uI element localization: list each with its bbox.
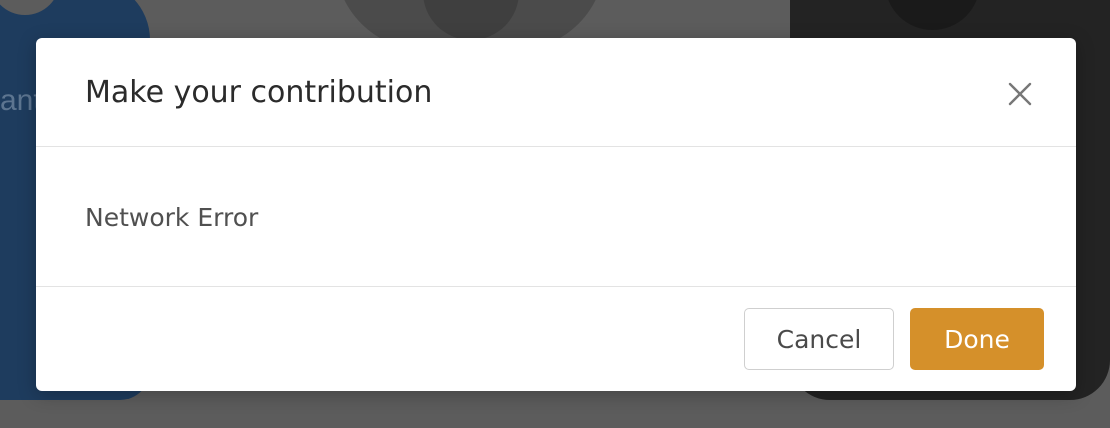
cancel-button[interactable]: Cancel — [744, 308, 894, 370]
contribution-modal: Make your contribution Network Error Can… — [36, 38, 1076, 391]
modal-header: Make your contribution — [36, 38, 1076, 147]
error-message: Network Error — [85, 203, 259, 232]
done-button[interactable]: Done — [910, 308, 1044, 370]
modal-body: Network Error — [36, 147, 1076, 287]
modal-title: Make your contribution — [85, 75, 433, 110]
close-button[interactable] — [1004, 78, 1036, 110]
page: ant Make your contribution Network Error… — [0, 0, 1110, 428]
close-icon — [1008, 82, 1032, 106]
modal-footer: Cancel Done — [36, 287, 1076, 391]
